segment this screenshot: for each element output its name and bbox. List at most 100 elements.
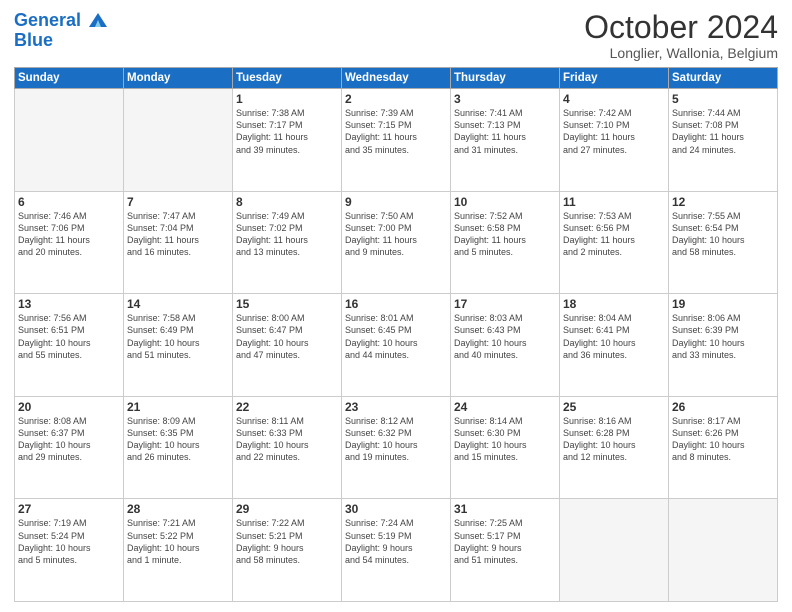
calendar-day-cell: 15Sunrise: 8:00 AMSunset: 6:47 PMDayligh… xyxy=(233,294,342,397)
calendar-week-row: 20Sunrise: 8:08 AMSunset: 6:37 PMDayligh… xyxy=(15,396,778,499)
calendar-week-row: 27Sunrise: 7:19 AMSunset: 5:24 PMDayligh… xyxy=(15,499,778,602)
day-number: 22 xyxy=(236,400,338,414)
calendar-day-cell: 29Sunrise: 7:22 AMSunset: 5:21 PMDayligh… xyxy=(233,499,342,602)
day-number: 14 xyxy=(127,297,229,311)
calendar-day-cell xyxy=(560,499,669,602)
logo: General Blue xyxy=(14,10,109,49)
calendar-day-cell: 1Sunrise: 7:38 AMSunset: 7:17 PMDaylight… xyxy=(233,89,342,192)
day-info: Sunrise: 8:17 AMSunset: 6:26 PMDaylight:… xyxy=(672,415,774,464)
day-info: Sunrise: 7:42 AMSunset: 7:10 PMDaylight:… xyxy=(563,107,665,156)
day-number: 17 xyxy=(454,297,556,311)
location-subtitle: Longlier, Wallonia, Belgium xyxy=(584,45,778,61)
logo-icon xyxy=(87,11,109,29)
day-number: 7 xyxy=(127,195,229,209)
calendar-day-cell: 26Sunrise: 8:17 AMSunset: 6:26 PMDayligh… xyxy=(669,396,778,499)
weekday-header: Thursday xyxy=(451,68,560,89)
day-number: 31 xyxy=(454,502,556,516)
day-info: Sunrise: 8:06 AMSunset: 6:39 PMDaylight:… xyxy=(672,312,774,361)
day-info: Sunrise: 7:53 AMSunset: 6:56 PMDaylight:… xyxy=(563,210,665,259)
calendar-week-row: 13Sunrise: 7:56 AMSunset: 6:51 PMDayligh… xyxy=(15,294,778,397)
day-info: Sunrise: 7:55 AMSunset: 6:54 PMDaylight:… xyxy=(672,210,774,259)
calendar-day-cell: 18Sunrise: 8:04 AMSunset: 6:41 PMDayligh… xyxy=(560,294,669,397)
calendar-day-cell: 7Sunrise: 7:47 AMSunset: 7:04 PMDaylight… xyxy=(124,191,233,294)
day-number: 4 xyxy=(563,92,665,106)
day-info: Sunrise: 7:41 AMSunset: 7:13 PMDaylight:… xyxy=(454,107,556,156)
calendar-week-row: 1Sunrise: 7:38 AMSunset: 7:17 PMDaylight… xyxy=(15,89,778,192)
day-number: 11 xyxy=(563,195,665,209)
day-number: 10 xyxy=(454,195,556,209)
calendar-day-cell: 19Sunrise: 8:06 AMSunset: 6:39 PMDayligh… xyxy=(669,294,778,397)
day-number: 8 xyxy=(236,195,338,209)
day-info: Sunrise: 8:08 AMSunset: 6:37 PMDaylight:… xyxy=(18,415,120,464)
day-info: Sunrise: 7:39 AMSunset: 7:15 PMDaylight:… xyxy=(345,107,447,156)
day-number: 20 xyxy=(18,400,120,414)
day-number: 13 xyxy=(18,297,120,311)
weekday-header: Friday xyxy=(560,68,669,89)
day-info: Sunrise: 8:03 AMSunset: 6:43 PMDaylight:… xyxy=(454,312,556,361)
logo-text: General xyxy=(14,10,109,31)
day-info: Sunrise: 7:46 AMSunset: 7:06 PMDaylight:… xyxy=(18,210,120,259)
calendar-day-cell xyxy=(124,89,233,192)
calendar-day-cell: 6Sunrise: 7:46 AMSunset: 7:06 PMDaylight… xyxy=(15,191,124,294)
calendar-day-cell: 31Sunrise: 7:25 AMSunset: 5:17 PMDayligh… xyxy=(451,499,560,602)
day-info: Sunrise: 7:56 AMSunset: 6:51 PMDaylight:… xyxy=(18,312,120,361)
day-info: Sunrise: 7:47 AMSunset: 7:04 PMDaylight:… xyxy=(127,210,229,259)
day-info: Sunrise: 7:19 AMSunset: 5:24 PMDaylight:… xyxy=(18,517,120,566)
calendar-day-cell: 10Sunrise: 7:52 AMSunset: 6:58 PMDayligh… xyxy=(451,191,560,294)
day-info: Sunrise: 8:11 AMSunset: 6:33 PMDaylight:… xyxy=(236,415,338,464)
day-number: 18 xyxy=(563,297,665,311)
calendar-day-cell: 17Sunrise: 8:03 AMSunset: 6:43 PMDayligh… xyxy=(451,294,560,397)
day-info: Sunrise: 7:25 AMSunset: 5:17 PMDaylight:… xyxy=(454,517,556,566)
day-number: 19 xyxy=(672,297,774,311)
day-number: 21 xyxy=(127,400,229,414)
day-info: Sunrise: 8:16 AMSunset: 6:28 PMDaylight:… xyxy=(563,415,665,464)
day-number: 5 xyxy=(672,92,774,106)
day-info: Sunrise: 8:01 AMSunset: 6:45 PMDaylight:… xyxy=(345,312,447,361)
day-info: Sunrise: 8:12 AMSunset: 6:32 PMDaylight:… xyxy=(345,415,447,464)
day-info: Sunrise: 7:22 AMSunset: 5:21 PMDaylight:… xyxy=(236,517,338,566)
month-title: October 2024 xyxy=(584,10,778,45)
day-number: 1 xyxy=(236,92,338,106)
day-number: 29 xyxy=(236,502,338,516)
day-number: 30 xyxy=(345,502,447,516)
calendar-day-cell: 11Sunrise: 7:53 AMSunset: 6:56 PMDayligh… xyxy=(560,191,669,294)
day-info: Sunrise: 8:04 AMSunset: 6:41 PMDaylight:… xyxy=(563,312,665,361)
day-number: 12 xyxy=(672,195,774,209)
day-number: 28 xyxy=(127,502,229,516)
calendar-day-cell: 8Sunrise: 7:49 AMSunset: 7:02 PMDaylight… xyxy=(233,191,342,294)
logo-general: General xyxy=(14,10,81,30)
day-number: 3 xyxy=(454,92,556,106)
calendar-day-cell: 21Sunrise: 8:09 AMSunset: 6:35 PMDayligh… xyxy=(124,396,233,499)
header: General Blue October 2024 Longlier, Wall… xyxy=(14,10,778,61)
day-number: 6 xyxy=(18,195,120,209)
calendar-table: SundayMondayTuesdayWednesdayThursdayFrid… xyxy=(14,67,778,602)
calendar-day-cell: 27Sunrise: 7:19 AMSunset: 5:24 PMDayligh… xyxy=(15,499,124,602)
weekday-header-row: SundayMondayTuesdayWednesdayThursdayFrid… xyxy=(15,68,778,89)
day-info: Sunrise: 7:50 AMSunset: 7:00 PMDaylight:… xyxy=(345,210,447,259)
logo-blue: Blue xyxy=(14,31,109,49)
calendar-day-cell: 9Sunrise: 7:50 AMSunset: 7:00 PMDaylight… xyxy=(342,191,451,294)
page: General Blue October 2024 Longlier, Wall… xyxy=(0,0,792,612)
day-info: Sunrise: 7:21 AMSunset: 5:22 PMDaylight:… xyxy=(127,517,229,566)
calendar-day-cell: 16Sunrise: 8:01 AMSunset: 6:45 PMDayligh… xyxy=(342,294,451,397)
calendar-day-cell: 3Sunrise: 7:41 AMSunset: 7:13 PMDaylight… xyxy=(451,89,560,192)
title-block: October 2024 Longlier, Wallonia, Belgium xyxy=(584,10,778,61)
calendar-day-cell: 20Sunrise: 8:08 AMSunset: 6:37 PMDayligh… xyxy=(15,396,124,499)
day-info: Sunrise: 7:44 AMSunset: 7:08 PMDaylight:… xyxy=(672,107,774,156)
weekday-header: Sunday xyxy=(15,68,124,89)
day-number: 23 xyxy=(345,400,447,414)
day-info: Sunrise: 7:24 AMSunset: 5:19 PMDaylight:… xyxy=(345,517,447,566)
calendar-day-cell xyxy=(669,499,778,602)
day-number: 15 xyxy=(236,297,338,311)
calendar-day-cell xyxy=(15,89,124,192)
calendar-day-cell: 30Sunrise: 7:24 AMSunset: 5:19 PMDayligh… xyxy=(342,499,451,602)
calendar-day-cell: 14Sunrise: 7:58 AMSunset: 6:49 PMDayligh… xyxy=(124,294,233,397)
day-info: Sunrise: 7:58 AMSunset: 6:49 PMDaylight:… xyxy=(127,312,229,361)
calendar-day-cell: 28Sunrise: 7:21 AMSunset: 5:22 PMDayligh… xyxy=(124,499,233,602)
calendar-day-cell: 4Sunrise: 7:42 AMSunset: 7:10 PMDaylight… xyxy=(560,89,669,192)
day-number: 26 xyxy=(672,400,774,414)
day-number: 16 xyxy=(345,297,447,311)
calendar-day-cell: 22Sunrise: 8:11 AMSunset: 6:33 PMDayligh… xyxy=(233,396,342,499)
calendar-day-cell: 2Sunrise: 7:39 AMSunset: 7:15 PMDaylight… xyxy=(342,89,451,192)
weekday-header: Wednesday xyxy=(342,68,451,89)
